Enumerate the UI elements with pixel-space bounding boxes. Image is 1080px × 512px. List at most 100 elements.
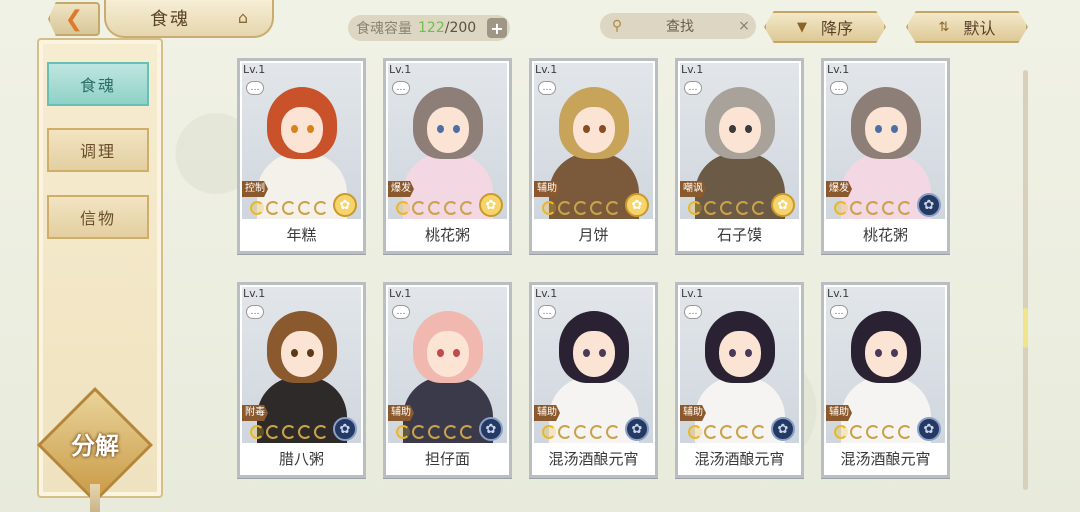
food-soul-card[interactable]: 辅助 ✿ Lv.1 … 月饼 <box>529 58 658 254</box>
star-icon <box>688 201 702 215</box>
star-icon <box>590 201 604 215</box>
food-soul-card[interactable]: 嘲讽 ✿ Lv.1 … 石子馍 <box>675 58 804 254</box>
chat-bubble-icon: … <box>684 305 702 319</box>
star-icon <box>444 425 458 439</box>
star-rating <box>688 425 766 439</box>
chat-bubble-icon: … <box>246 81 264 95</box>
page-title: 食魂 <box>150 9 190 30</box>
role-tag: 辅助 <box>826 405 852 421</box>
star-icon <box>898 425 912 439</box>
star-icon <box>590 425 604 439</box>
food-soul-card[interactable]: 辅助 ✿ Lv.1 … 混汤酒酿元宵 <box>821 282 950 478</box>
star-icon <box>752 425 766 439</box>
star-icon <box>882 201 896 215</box>
search-label: 查找 <box>666 19 694 35</box>
element-type-icon: ✿ <box>333 417 357 441</box>
star-icon <box>542 425 556 439</box>
role-tag: 爆发 <box>388 181 414 197</box>
star-icon <box>298 201 312 215</box>
sidebar-item-tokens[interactable]: 信物 <box>47 195 149 239</box>
star-icon <box>720 201 734 215</box>
scrollbar-thumb[interactable] <box>1023 308 1028 348</box>
level-label: Lv.1 <box>535 63 558 76</box>
food-soul-card[interactable]: 爆发 ✿ Lv.1 … 桃花粥 <box>821 58 950 254</box>
star-rating <box>542 201 620 215</box>
level-label: Lv.1 <box>389 63 412 76</box>
star-icon <box>266 201 280 215</box>
star-icon <box>412 201 426 215</box>
character-name: 桃花粥 <box>386 219 509 251</box>
chat-bubble-icon: … <box>538 305 556 319</box>
add-capacity-button[interactable]: + <box>487 18 507 38</box>
food-soul-card[interactable]: 辅助 ✿ Lv.1 … 混汤酒酿元宵 <box>529 282 658 478</box>
chat-bubble-icon: … <box>684 81 702 95</box>
character-name: 混汤酒酿元宵 <box>532 443 655 475</box>
chat-bubble-icon: … <box>538 81 556 95</box>
character-name: 桃花粥 <box>824 219 947 251</box>
clear-search-icon[interactable]: × <box>732 18 756 34</box>
sort-desc-button[interactable]: ▼ 降序 <box>764 11 886 43</box>
character-name: 混汤酒酿元宵 <box>678 443 801 475</box>
search-button[interactable]: ⚲ 查找 × <box>600 13 756 39</box>
star-icon <box>542 201 556 215</box>
capacity-indicator: 食魂容量 122/200 + <box>348 15 510 41</box>
chat-bubble-icon: … <box>246 305 264 319</box>
star-icon <box>736 425 750 439</box>
star-icon <box>298 425 312 439</box>
element-type-icon: ✿ <box>771 193 795 217</box>
capacity-current: 122 <box>418 20 445 36</box>
star-rating <box>542 425 620 439</box>
character-name: 石子馍 <box>678 219 801 251</box>
element-type-icon: ✿ <box>917 193 941 217</box>
star-icon <box>396 425 410 439</box>
character-name: 腊八粥 <box>240 443 363 475</box>
sort-default-button[interactable]: ⇅ 默认 <box>906 11 1028 43</box>
star-icon <box>834 201 848 215</box>
chat-bubble-icon: … <box>830 81 848 95</box>
role-tag: 爆发 <box>826 181 852 197</box>
role-tag: 辅助 <box>534 405 560 421</box>
star-icon <box>558 201 572 215</box>
food-soul-card[interactable]: 辅助 ✿ Lv.1 … 担仔面 <box>383 282 512 478</box>
capacity-max: /200 <box>444 20 477 36</box>
star-icon <box>314 201 328 215</box>
star-icon <box>460 201 474 215</box>
sidebar-item-conditioning[interactable]: 调理 <box>47 128 149 172</box>
level-label: Lv.1 <box>389 287 412 300</box>
food-soul-card[interactable]: 控制 ✿ Lv.1 … 年糕 <box>237 58 366 254</box>
star-icon <box>736 201 750 215</box>
pagoda-icon: ⌂ <box>237 8 250 27</box>
star-icon <box>412 425 426 439</box>
back-button[interactable]: ❮ <box>48 2 100 36</box>
food-soul-card[interactable]: 爆发 ✿ Lv.1 … 桃花粥 <box>383 58 512 254</box>
star-icon <box>428 425 442 439</box>
chat-bubble-icon: … <box>392 305 410 319</box>
role-tag: 嘲讽 <box>680 181 706 197</box>
role-tag: 辅助 <box>534 181 560 197</box>
star-icon <box>314 425 328 439</box>
star-icon <box>250 201 264 215</box>
star-icon <box>720 425 734 439</box>
element-type-icon: ✿ <box>625 417 649 441</box>
decompose-label[interactable]: 分解 <box>54 426 136 461</box>
role-tag: 控制 <box>242 181 268 197</box>
star-rating <box>834 425 912 439</box>
triangle-down-icon: ▼ <box>796 19 807 35</box>
star-icon <box>850 201 864 215</box>
element-type-icon: ✿ <box>771 417 795 441</box>
scrollbar-track[interactable] <box>1023 70 1028 490</box>
page-title-tab: 食魂 ⌂ <box>104 0 274 38</box>
food-soul-card[interactable]: 附毒 ✿ Lv.1 … 腊八粥 <box>237 282 366 478</box>
level-label: Lv.1 <box>243 287 266 300</box>
role-tag: 辅助 <box>388 405 414 421</box>
star-rating <box>250 201 328 215</box>
chat-bubble-icon: … <box>830 305 848 319</box>
star-rating <box>396 201 474 215</box>
star-icon <box>752 201 766 215</box>
level-label: Lv.1 <box>827 63 850 76</box>
back-arrow-icon: ❮ <box>64 6 84 32</box>
sidebar-item-food-soul[interactable]: 食魂 <box>47 62 149 106</box>
star-icon <box>834 425 848 439</box>
element-type-icon: ✿ <box>917 417 941 441</box>
food-soul-card[interactable]: 辅助 ✿ Lv.1 … 混汤酒酿元宵 <box>675 282 804 478</box>
